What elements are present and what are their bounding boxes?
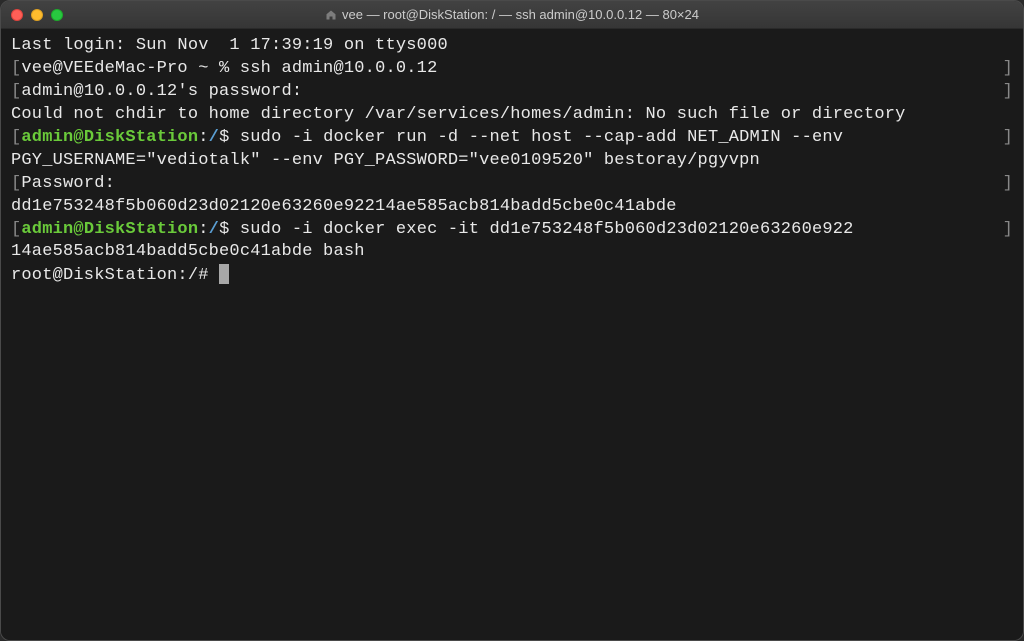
cursor [219, 264, 229, 284]
titlebar[interactable]: vee — root@DiskStation: / — ssh admin@10… [1, 1, 1023, 29]
terminal-window: vee — root@DiskStation: / — ssh admin@10… [0, 0, 1024, 641]
traffic-lights [11, 9, 63, 21]
chdir-error-line: Could not chdir to home directory /var/s… [11, 104, 1013, 127]
password-prompt-line: [admin@10.0.0.12's password:] [11, 81, 1013, 104]
window-title: vee — root@DiskStation: / — ssh admin@10… [1, 7, 1023, 22]
container-id-line: dd1e753248f5b060d23d02120e63260e92214ae5… [11, 196, 1013, 219]
docker-exec-cont-line: 14ae585acb814badd5cbe0c41abde bash [11, 241, 1013, 264]
minimize-button[interactable] [31, 9, 43, 21]
docker-exec-line: [admin@DiskStation:/$ sudo -i docker exe… [11, 219, 1013, 242]
close-button[interactable] [11, 9, 23, 21]
docker-run-cont-line: PGY_USERNAME="vediotalk" --env PGY_PASSW… [11, 150, 1013, 173]
last-login-line: Last login: Sun Nov 1 17:39:19 on ttys00… [11, 35, 1013, 58]
ssh-command-line: [vee@VEEdeMac-Pro ~ % ssh admin@10.0.0.1… [11, 58, 1013, 81]
root-prompt-line: root@DiskStation:/# [11, 264, 1013, 288]
sudo-password-line: [Password:] [11, 173, 1013, 196]
title-text: vee — root@DiskStation: / — ssh admin@10… [342, 7, 699, 22]
maximize-button[interactable] [51, 9, 63, 21]
home-icon [325, 9, 337, 21]
terminal-content[interactable]: Last login: Sun Nov 1 17:39:19 on ttys00… [1, 29, 1023, 640]
docker-run-line: [admin@DiskStation:/$ sudo -i docker run… [11, 127, 1013, 150]
